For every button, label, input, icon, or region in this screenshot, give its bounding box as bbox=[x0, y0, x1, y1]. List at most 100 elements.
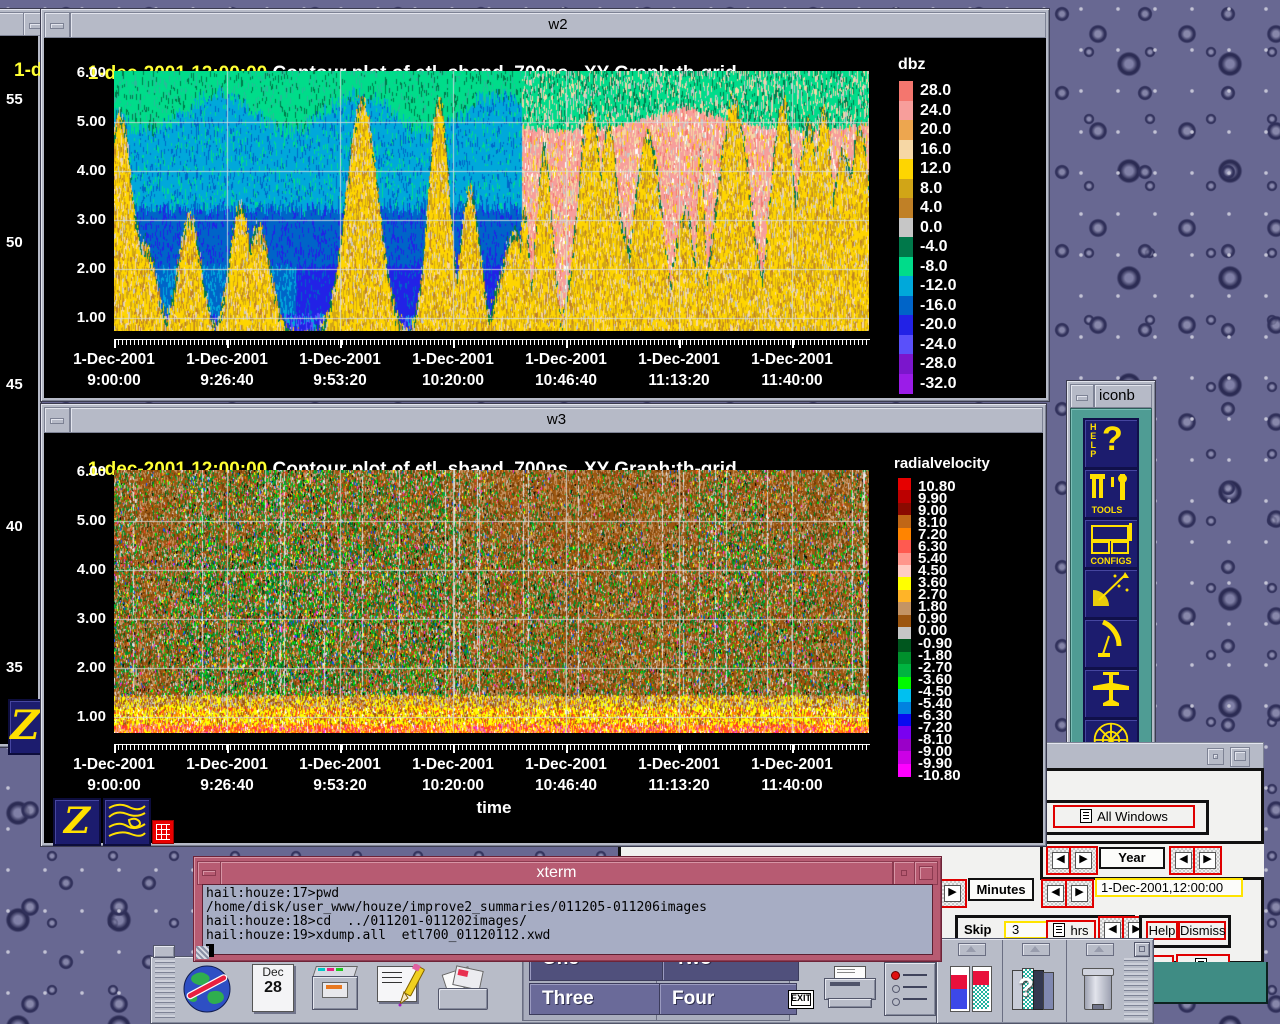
xterm-resize-grip[interactable] bbox=[196, 946, 209, 959]
skip-label: Skip bbox=[964, 922, 991, 937]
subpanel-toggle-1[interactable] bbox=[958, 943, 986, 956]
datetime-field[interactable]: 1-Dec-2001,12:00:00 bbox=[1095, 878, 1243, 897]
colorbar-label: -16.0 bbox=[920, 297, 956, 315]
workspace-switcher: OneTwoThreeFour bbox=[522, 957, 790, 1021]
colorbar-segment bbox=[899, 354, 913, 374]
iconbar-minimize-button[interactable] bbox=[1070, 384, 1094, 408]
cpanel-teal-footer bbox=[1150, 962, 1268, 1004]
x-axis-label: 1-Dec-200111:40:00 bbox=[734, 754, 850, 796]
colorbar-label: 16.0 bbox=[920, 141, 951, 159]
minutes-label-box: Minutes bbox=[968, 878, 1034, 901]
window-left-plot[interactable]: 1-de 5550454035 Z bbox=[0, 8, 42, 748]
x-axis-major-tick bbox=[679, 744, 681, 753]
colorbar-segment bbox=[899, 198, 913, 218]
xterm-screen[interactable]: hail:houze:17>pwd /home/disk/user_www/ho… bbox=[202, 884, 933, 955]
iconbar-tile-help[interactable]: HELP? bbox=[1083, 418, 1139, 469]
y-axis-label: 4.00 bbox=[60, 162, 106, 179]
x-axis-label: 1-Dec-200111:13:20 bbox=[621, 349, 737, 391]
subpanel-menu-button[interactable] bbox=[1134, 942, 1150, 957]
style-manager-launcher[interactable] bbox=[948, 966, 992, 1012]
x-axis-major-tick bbox=[227, 339, 229, 348]
zebra-logo-tile[interactable]: Z bbox=[53, 798, 101, 846]
xterm-titlebar[interactable]: xterm bbox=[220, 861, 893, 885]
x-axis-label: 1-Dec-200110:46:40 bbox=[508, 754, 624, 796]
x-axis-major-tick bbox=[114, 744, 116, 753]
window-w3[interactable]: w3 1-dec-2001,12:00:00 Contour plot of e… bbox=[40, 403, 1047, 847]
help-manager-launcher[interactable]: ? bbox=[1010, 966, 1058, 1012]
subpanel-right-grip[interactable] bbox=[1124, 958, 1148, 1020]
colorbar-segment bbox=[898, 702, 911, 715]
colorbar-segment bbox=[898, 677, 911, 690]
year-back-button[interactable]: ▶ bbox=[1069, 846, 1098, 875]
iconbar-tile-dish-antenna[interactable] bbox=[1083, 618, 1139, 669]
web-browser-launcher[interactable] bbox=[182, 964, 232, 1014]
mail-launcher[interactable] bbox=[438, 968, 486, 1010]
w3-titlebar[interactable]: w3 bbox=[70, 407, 1043, 433]
subpanel-toggle-3[interactable] bbox=[1086, 943, 1114, 956]
panel-left-grip[interactable] bbox=[155, 960, 175, 1020]
window-xterm[interactable]: xterm hail:houze:17>pwd /home/disk/user_… bbox=[193, 856, 942, 962]
printer-launcher[interactable] bbox=[822, 966, 878, 1012]
grid-tool-icon[interactable] bbox=[152, 820, 174, 844]
iconbar-tile-radar-scan[interactable] bbox=[1083, 568, 1139, 619]
arrow-left-icon: ◀ bbox=[1175, 852, 1192, 869]
colorbar-segment bbox=[899, 276, 913, 296]
left-plot-y-label: 55 bbox=[6, 91, 23, 108]
colorbar-segment bbox=[898, 553, 911, 566]
colorbar-segment bbox=[898, 503, 911, 516]
colorbar-segment bbox=[899, 296, 913, 316]
x-axis-label: 1-Dec-200110:46:40 bbox=[508, 349, 624, 391]
subpanel-toggle-2[interactable] bbox=[1022, 943, 1050, 956]
year-forward-fast-button[interactable]: ▶ bbox=[1193, 846, 1222, 875]
file-manager-launcher[interactable] bbox=[312, 966, 356, 1008]
x-axis-label: 1-Dec-20019:26:40 bbox=[169, 349, 285, 391]
xterm-restore-button[interactable] bbox=[893, 861, 915, 885]
exit-button[interactable]: EXIT bbox=[788, 990, 814, 1009]
dismiss-button[interactable]: Dismiss bbox=[1178, 921, 1226, 940]
iconbar-tile-aircraft[interactable] bbox=[1083, 668, 1139, 719]
workspace-button-three[interactable]: Three bbox=[529, 983, 667, 1015]
window-w2[interactable]: w2 1-dec-2001,12:00:00 Contour plot of e… bbox=[40, 8, 1050, 402]
y-axis-label: 3.00 bbox=[60, 610, 106, 627]
panel-left-button[interactable] bbox=[153, 945, 175, 958]
x-axis-label-date: 1-Dec-2001 bbox=[169, 754, 285, 775]
x-axis-label-date: 1-Dec-2001 bbox=[621, 349, 737, 370]
calendar-launcher[interactable]: Dec 28 bbox=[252, 964, 294, 1012]
x-axis-major-tick bbox=[792, 744, 794, 753]
colorbar-segment bbox=[898, 515, 911, 528]
iconbar-tile-tools[interactable]: TOOLS bbox=[1083, 468, 1139, 519]
text-editor-launcher[interactable] bbox=[375, 964, 421, 1012]
colorbar-segment bbox=[898, 577, 911, 590]
y-axis-label: 4.00 bbox=[60, 561, 106, 578]
cpanel-restore-button[interactable] bbox=[1207, 748, 1224, 765]
minutes-fwd-fast-button[interactable]: ▶ bbox=[1065, 879, 1094, 908]
cpanel-maximize-button[interactable] bbox=[1230, 747, 1250, 767]
minutes-back-button[interactable]: ▶ bbox=[938, 879, 967, 908]
xterm-maximize-button[interactable] bbox=[914, 861, 938, 885]
w3-minimize-button[interactable] bbox=[44, 407, 70, 433]
iconbar-tile-configs[interactable]: CONFIGS bbox=[1083, 518, 1139, 569]
tools-glyph bbox=[1092, 474, 1130, 500]
console-launcher[interactable] bbox=[884, 962, 936, 1016]
xterm-minimize-button[interactable] bbox=[197, 861, 221, 885]
question-mark-icon: ? bbox=[1102, 420, 1123, 459]
pencil-icon bbox=[385, 964, 425, 1012]
colorbar-label: 0.0 bbox=[920, 219, 942, 237]
w3-plot-area[interactable] bbox=[114, 470, 869, 733]
w2-minimize-button[interactable] bbox=[44, 12, 70, 38]
radar-scan-icon bbox=[1089, 597, 1133, 614]
contour-tool-tile[interactable] bbox=[103, 798, 151, 846]
colorbar-label: 28.0 bbox=[920, 82, 951, 100]
skip-value-field[interactable]: 3 bbox=[1004, 921, 1048, 939]
w2-titlebar[interactable]: w2 bbox=[70, 12, 1046, 38]
x-axis-major-tick bbox=[114, 339, 116, 348]
colorbar-segment bbox=[898, 590, 911, 603]
trash-launcher[interactable] bbox=[1078, 966, 1118, 1012]
help-letters: HELP bbox=[1090, 423, 1097, 459]
iconbar-titlebar[interactable]: iconb bbox=[1094, 384, 1152, 408]
w2-plot-area[interactable] bbox=[114, 71, 869, 331]
zebra-logo-tile[interactable]: Z bbox=[8, 699, 42, 755]
workspace-button-four[interactable]: Four bbox=[659, 983, 797, 1015]
all-windows-button[interactable]: All Windows bbox=[1053, 805, 1195, 828]
w2-client: 1-dec-2001,12:00:00 Contour plot of etl_… bbox=[44, 38, 1046, 398]
